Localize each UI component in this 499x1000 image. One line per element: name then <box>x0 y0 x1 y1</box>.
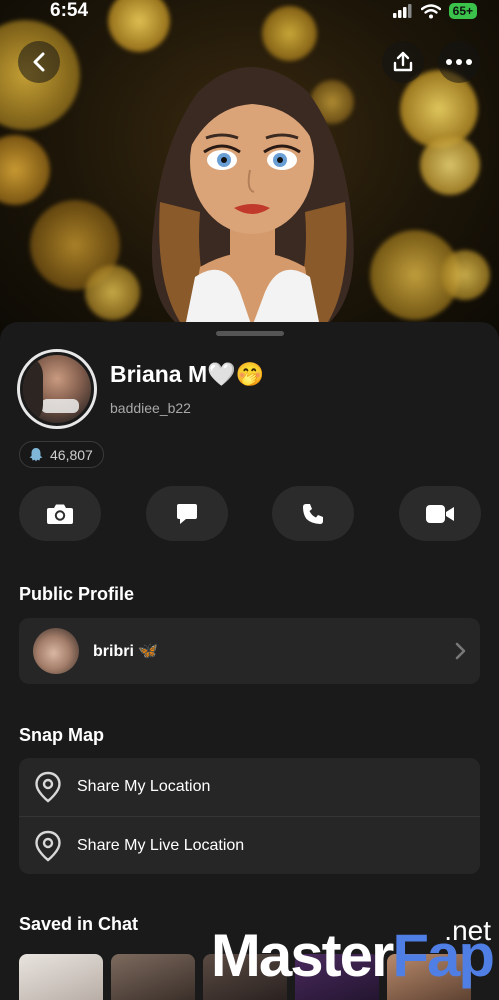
share-button[interactable] <box>382 41 424 83</box>
share-live-location-label: Share My Live Location <box>77 836 245 854</box>
public-profile-row[interactable]: bribri 🦋 <box>19 618 480 684</box>
status-time: 6:54 <box>50 0 89 21</box>
public-profile-heading: Public Profile <box>19 584 135 604</box>
chevron-right-icon <box>455 642 466 660</box>
snap-score-badge[interactable]: 46,807 <box>19 441 104 468</box>
profile-sheet: Briana M🤍🤭 baddiee_b22 46,807 Public Pro… <box>0 322 499 1000</box>
camera-button[interactable] <box>19 486 101 541</box>
more-options-button[interactable] <box>438 41 480 83</box>
cellular-signal-icon <box>392 4 412 18</box>
action-buttons <box>19 486 481 541</box>
bitmoji-avatar <box>151 67 354 327</box>
share-live-location-row[interactable]: Share My Live Location <box>19 816 480 874</box>
watermark-brand-main: Master <box>210 922 394 989</box>
call-button[interactable] <box>272 486 355 541</box>
saved-media-thumbnail[interactable] <box>19 954 103 1000</box>
wifi-icon <box>420 3 441 18</box>
chevron-left-icon <box>33 52 45 72</box>
bokeh-light <box>0 135 50 205</box>
map-pin-icon <box>35 771 61 803</box>
share-location-row[interactable]: Share My Location <box>19 758 480 816</box>
bokeh-light <box>85 265 140 320</box>
status-bar: 6:54 65+ <box>0 0 499 22</box>
display-name: Briana M🤍🤭 <box>110 361 265 387</box>
chat-icon <box>176 503 197 524</box>
share-upload-icon <box>393 51 413 72</box>
snap-map-heading: Snap Map <box>19 725 105 745</box>
back-button[interactable] <box>18 41 60 83</box>
more-horizontal-icon <box>446 59 472 65</box>
avatar-photo <box>23 355 91 423</box>
phone-icon <box>303 503 324 524</box>
public-profile-name: bribri 🦋 <box>93 643 159 660</box>
camera-icon <box>47 504 73 524</box>
public-profile-thumbnail <box>33 628 79 674</box>
saved-media-thumbnail[interactable] <box>111 954 195 1000</box>
share-location-label: Share My Location <box>77 778 211 795</box>
avatar[interactable] <box>17 349 97 429</box>
snap-map-card: Share My Location Share My Live Location <box>19 758 480 874</box>
video-call-button[interactable] <box>398 486 481 541</box>
battery-indicator: 65+ <box>448 3 477 19</box>
video-icon <box>425 504 454 523</box>
watermark-tld: .net <box>444 915 491 946</box>
bokeh-light <box>440 250 490 300</box>
bokeh-light <box>420 135 480 195</box>
saved-in-chat-heading: Saved in Chat <box>19 914 139 934</box>
profile-hero: 6:54 65+ <box>0 0 499 345</box>
ghost-icon <box>29 447 43 461</box>
sheet-grabber[interactable] <box>216 331 284 336</box>
chat-button[interactable] <box>145 486 228 541</box>
username: baddiee_b22 <box>110 400 191 416</box>
snap-score-value: 46,807 <box>50 446 93 463</box>
status-indicators: 65+ <box>392 3 477 19</box>
public-profile-card[interactable]: bribri 🦋 <box>19 618 480 684</box>
map-pin-icon <box>35 830 61 862</box>
watermark-logo: Master Fap .net <box>210 917 495 989</box>
